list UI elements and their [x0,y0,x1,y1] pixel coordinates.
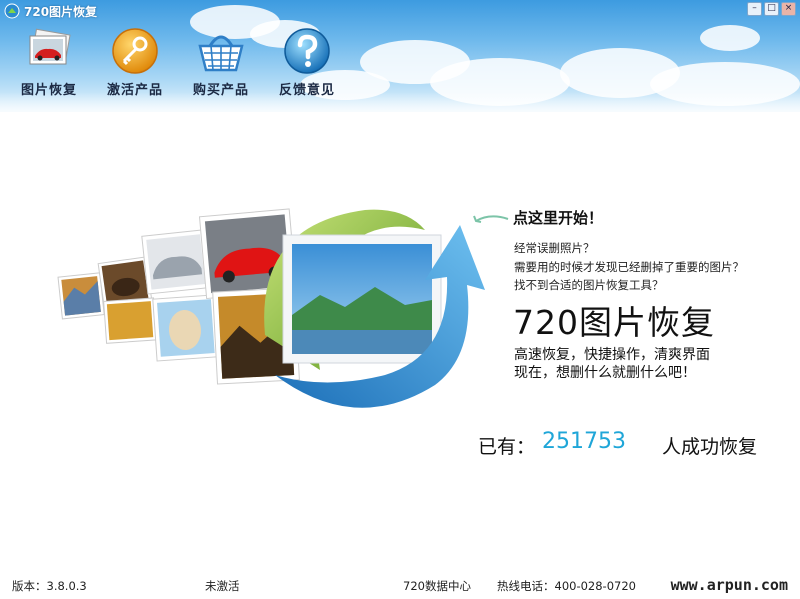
help-question-icon [284,28,330,74]
app-name-heading: 720图片恢复 [513,303,715,342]
window-title: 720图片恢复 [24,5,98,19]
toolbar-buy-button[interactable]: 购买产品 [178,26,264,100]
close-button[interactable]: × [781,2,796,16]
photo-thumb-wheat [103,297,157,344]
photo-stack-icon [29,28,71,65]
recovery-artwork [57,208,485,408]
start-pointer-arrow-icon [473,215,509,223]
question-1: 经常误删照片？ [514,241,595,255]
maximize-button[interactable]: □ [764,2,779,16]
photo-thumb-lion [152,294,220,362]
photo-thumb-mountain [57,272,105,320]
recovered-count-prefix: 已有： [478,436,536,458]
toolbar-label: 激活产品 [106,83,163,98]
toolbar-label: 购买产品 [192,83,249,98]
recovered-count-suffix: 人成功恢复 [662,436,758,458]
recovered-count-value: 251753 [542,429,626,454]
main-toolbar: 图片恢复 激活产品 购买产品 反馈意见 [6,26,350,100]
key-icon [112,28,158,74]
version-label: 版本：3.8.0.3 [12,579,87,593]
slogan-line-2: 现在，想删什么就删什么吧！ [514,365,696,381]
data-center-link[interactable]: 720数据中心 [403,578,471,594]
toolbar-label: 图片恢复 [20,83,77,98]
photo-thumb-silver-car [141,229,211,295]
toolbar-activate-button[interactable]: 激活产品 [92,26,178,100]
toolbar-photo-recovery-button[interactable]: 图片恢复 [6,26,92,100]
slogan-line-1: 高速恢复，快捷操作，清爽界面 [514,347,710,363]
activation-status: 未激活 [205,579,240,593]
app-logo-icon [4,3,20,19]
hotline-label: 热线电话：400-028-0720 [497,579,636,593]
title-bar: 720图片恢复 – □ × [0,0,800,22]
site-watermark: www.arpun.com [666,576,792,594]
question-3: 找不到合适的图片恢复工具？ [514,278,664,292]
status-bar: 版本：3.8.0.3 未激活 720数据中心 热线电话：400-028-0720… [0,575,800,599]
toolbar-feedback-button[interactable]: 反馈意见 [264,26,350,100]
question-2: 需要用的时候才发现已经删掉了重要的图片？ [514,260,744,274]
minimize-button[interactable]: – [747,2,762,16]
toolbar-label: 反馈意见 [278,83,335,98]
start-link[interactable]: 点这里开始！ [513,207,603,228]
shopping-basket-icon [198,35,244,72]
